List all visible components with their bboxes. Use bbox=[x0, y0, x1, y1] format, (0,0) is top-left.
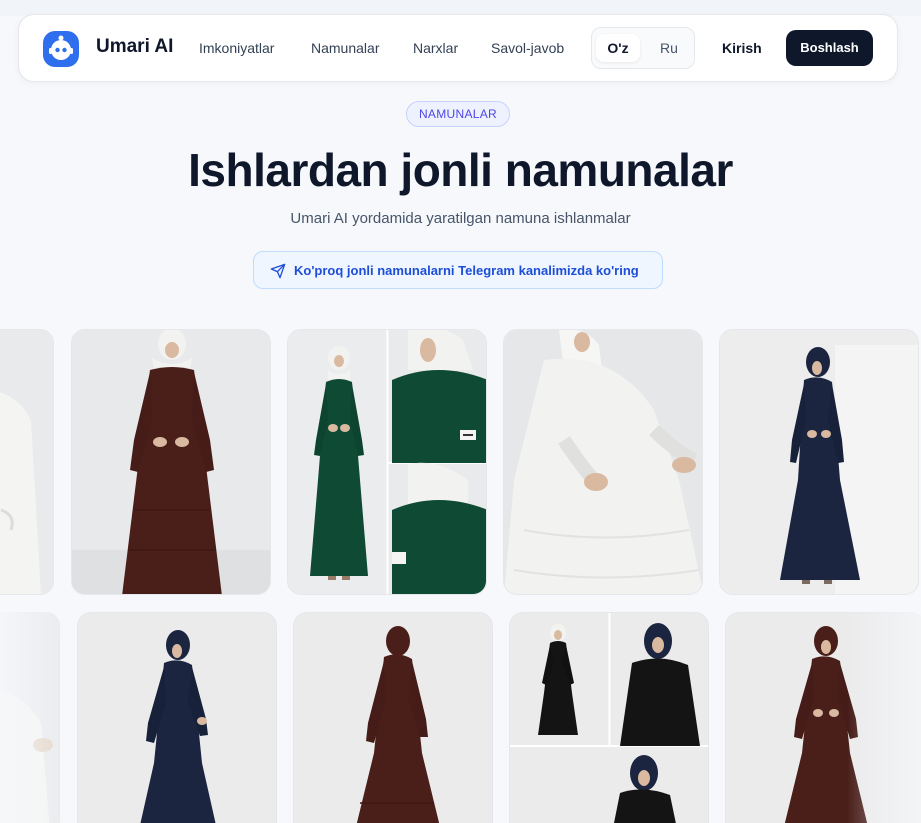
gallery-card[interactable] bbox=[293, 612, 493, 823]
telegram-link-button[interactable]: Ko'proq jonli namunalarni Telegram kanal… bbox=[253, 251, 663, 289]
gallery-card[interactable] bbox=[287, 329, 487, 595]
login-link[interactable]: Kirish bbox=[722, 40, 762, 56]
gallery-card[interactable] bbox=[0, 329, 54, 595]
gallery-card[interactable] bbox=[71, 329, 271, 595]
robot-logo-icon[interactable] bbox=[43, 31, 79, 67]
nav-link-faq[interactable]: Savol-javob bbox=[491, 40, 564, 56]
navbar: Umari AI Imkoniyatlar Namunalar Narxlar … bbox=[18, 14, 898, 82]
send-icon bbox=[270, 263, 286, 279]
telegram-link-label: Ko'proq jonli namunalarni Telegram kanal… bbox=[294, 263, 639, 278]
page-subtitle: Umari AI yordamida yaratilgan namuna ish… bbox=[290, 210, 631, 227]
gallery-card[interactable] bbox=[719, 329, 919, 595]
nav-link-pricing[interactable]: Narxlar bbox=[413, 40, 458, 56]
gallery-card[interactable] bbox=[509, 612, 709, 823]
gallery-card[interactable] bbox=[77, 612, 277, 823]
page-title: Ishlardan jonli namunalar bbox=[188, 144, 733, 196]
start-button[interactable]: Boshlash bbox=[786, 30, 873, 66]
language-switcher: O'z Ru bbox=[591, 27, 695, 69]
lang-ru-button[interactable]: Ru bbox=[647, 34, 691, 62]
gallery-card[interactable] bbox=[503, 329, 703, 595]
nav-link-features[interactable]: Imkoniyatlar bbox=[199, 40, 274, 56]
lang-uz-button[interactable]: O'z bbox=[596, 34, 640, 62]
nav-link-samples[interactable]: Namunalar bbox=[311, 40, 379, 56]
brand-name[interactable]: Umari AI bbox=[96, 36, 173, 58]
section-badge: NAMUNALAR bbox=[406, 101, 510, 127]
gallery-card[interactable] bbox=[0, 612, 60, 823]
gallery-card[interactable] bbox=[725, 612, 921, 823]
